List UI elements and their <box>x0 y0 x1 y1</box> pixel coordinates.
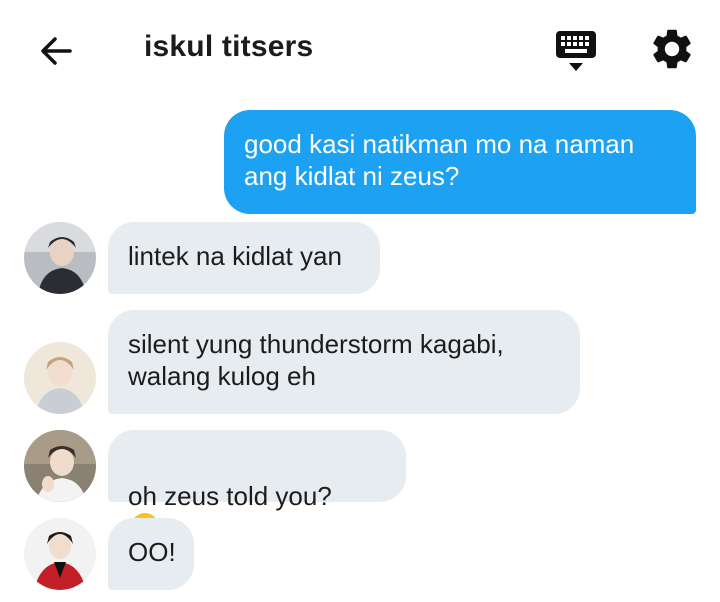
message-bubble-incoming[interactable]: silent yung thunderstorm kagabi, walang … <box>108 310 580 414</box>
avatar[interactable] <box>24 342 96 414</box>
message-text: oh zeus told you? <box>128 481 332 511</box>
avatar[interactable] <box>24 222 96 294</box>
avatar[interactable] <box>24 518 96 590</box>
back-button[interactable] <box>34 29 78 73</box>
message-bubble-incoming[interactable]: OO! <box>108 518 194 590</box>
avatar[interactable] <box>24 430 96 502</box>
message-bubble-incoming[interactable]: oh zeus told you? <box>108 430 406 541</box>
keyboard-button[interactable] <box>552 28 600 76</box>
keyboard-icon <box>556 31 596 71</box>
chat-header: iskul titsers <box>0 0 720 100</box>
message-bubble-incoming[interactable]: lintek na kidlat yan <box>108 222 380 294</box>
arrow-left-icon <box>41 37 72 65</box>
conversation-title: iskul titsers <box>144 30 314 63</box>
settings-button[interactable] <box>648 25 696 73</box>
message-bubble-outgoing[interactable]: good kasi natikman mo na naman ang kidla… <box>224 110 696 214</box>
gear-icon <box>653 29 691 69</box>
